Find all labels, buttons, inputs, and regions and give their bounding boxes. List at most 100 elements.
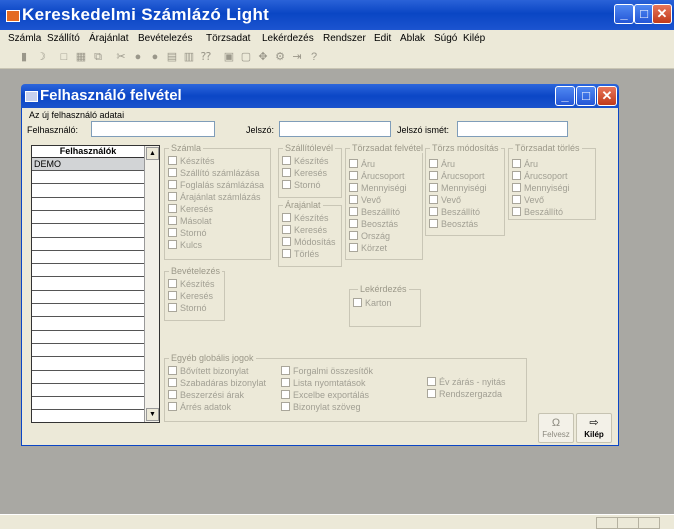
menu-kilep[interactable]: Kilép (463, 33, 485, 44)
minimize-button[interactable]: _ (614, 4, 634, 24)
checkbox-torzs_modositas-0[interactable]: Áru (429, 159, 455, 170)
checkbox-arajanlat-3[interactable]: Törlés (282, 249, 319, 260)
save-button[interactable]: Ω Felvesz (538, 413, 574, 443)
checkbox-szamla-1[interactable]: Szállító számlázása (168, 168, 260, 179)
checkbox-egyeb-col3-1[interactable]: Rendszergazda (427, 389, 502, 400)
users-list[interactable]: Felhasználók DEMO ▲ ▼ (31, 145, 160, 423)
menu-rendszer[interactable]: Rendszer (323, 33, 366, 44)
list-item[interactable] (32, 185, 144, 198)
list-item[interactable] (32, 264, 144, 278)
checkbox-lekerdezes-0[interactable]: Karton (353, 298, 392, 309)
checkbox-bevetelezes-2[interactable]: Stornó (168, 303, 207, 314)
checkbox-egyeb-col2-1[interactable]: Lista nyomtatások (281, 378, 366, 389)
checkbox-szamla-5[interactable]: Másolat (168, 216, 212, 227)
checkbox-egyeb-col1-2[interactable]: Beszerzési árak (168, 390, 244, 401)
list-item[interactable] (32, 251, 144, 265)
checkbox-szamla-6[interactable]: Stornó (168, 228, 207, 239)
list-item[interactable] (32, 331, 144, 344)
exit-icon[interactable]: ⇥ (291, 51, 303, 63)
close-button[interactable]: ✕ (652, 4, 672, 24)
checkbox-torzs_modositas-1[interactable]: Árucsoport (429, 171, 485, 182)
checkbox-torzsadat_felvetel-5[interactable]: Beosztás (349, 219, 398, 230)
exit-button[interactable]: ⇨ Kilép (576, 413, 612, 443)
menu-lekerdezes[interactable]: Lekérdezés (262, 33, 314, 44)
moon-icon[interactable]: ☽ (35, 51, 47, 63)
list-item[interactable] (32, 225, 144, 238)
checkbox-szamla-0[interactable]: Készítés (168, 156, 215, 167)
checkbox-egyeb-col1-1[interactable]: Szabadáras bizonylat (168, 378, 266, 389)
checkbox-torzsadat_felvetel-6[interactable]: Ország (349, 231, 390, 242)
chart2-icon[interactable]: ▥ (183, 51, 195, 63)
checkbox-arajanlat-1[interactable]: Keresés (282, 225, 327, 236)
list-item[interactable] (32, 344, 144, 358)
list-item[interactable] (32, 171, 144, 185)
list-item[interactable] (32, 198, 144, 211)
checkbox-egyeb-col1-3[interactable]: Árrés adatok (168, 402, 231, 413)
checkbox-torzs_modositas-2[interactable]: Mennyiségi (429, 183, 487, 194)
checkbox-torzsadat_felvetel-7[interactable]: Körzet (349, 243, 387, 254)
grid-icon[interactable]: ▦ (75, 51, 87, 63)
list-item[interactable] (32, 238, 144, 251)
checkbox-szallitolevel-2[interactable]: Stornó (282, 180, 321, 191)
checkbox-bevetelezes-1[interactable]: Keresés (168, 291, 213, 302)
checkbox-torzsadat_torles-0[interactable]: Áru (512, 159, 538, 170)
menu-ablak[interactable]: Ablak (400, 33, 425, 44)
help-cursor-icon[interactable]: ⁇ (200, 51, 212, 63)
checkbox-torzsadat_torles-2[interactable]: Mennyiségi (512, 183, 570, 194)
checkbox-egyeb-col2-0[interactable]: Forgalmi összesítők (281, 366, 373, 377)
scroll-down-button[interactable]: ▼ (146, 408, 159, 421)
checkbox-torzsadat_felvetel-4[interactable]: Beszállító (349, 207, 400, 218)
checkbox-bevetelezes-0[interactable]: Készítés (168, 279, 215, 290)
users-scrollbar[interactable]: ▲ ▼ (144, 146, 159, 422)
list-item[interactable] (32, 291, 144, 304)
password-repeat-input[interactable] (457, 121, 568, 137)
list-item[interactable] (32, 411, 144, 422)
menu-edit[interactable]: Edit (374, 33, 391, 44)
list-item[interactable] (32, 358, 144, 371)
checkbox-torzsadat_felvetel-3[interactable]: Vevő (349, 195, 381, 206)
copy-icon[interactable]: ⧉ (92, 51, 104, 63)
new-page-icon[interactable]: □ (58, 51, 70, 63)
menu-sugo[interactable]: Súgó (434, 33, 457, 44)
dialog-minimize-button[interactable]: _ (555, 86, 575, 106)
checkbox-egyeb-col1-0[interactable]: Bővített bizonylat (168, 366, 249, 377)
checkbox-szamla-7[interactable]: Kulcs (168, 240, 202, 251)
checkbox-torzs_modositas-3[interactable]: Vevő (429, 195, 461, 206)
list-item[interactable] (32, 304, 144, 318)
dialog-close-button[interactable]: ✕ (597, 86, 617, 106)
bars-chart-icon[interactable]: ▮ (18, 51, 30, 63)
scroll-up-button[interactable]: ▲ (146, 147, 159, 160)
checkbox-egyeb-col2-2[interactable]: Excelbe exportálás (281, 390, 369, 401)
menu-szallito[interactable]: Szállító (47, 33, 80, 44)
checkbox-szamla-2[interactable]: Foglalás számlázása (168, 180, 264, 191)
menu-torzsadat[interactable]: Törzsadat (206, 33, 250, 44)
checkbox-torzsadat_felvetel-0[interactable]: Áru (349, 159, 375, 170)
menu-arajanlat[interactable]: Árajánlat (89, 33, 128, 44)
tools-icon[interactable]: ⚙ (274, 51, 286, 63)
checkbox-torzsadat_torles-4[interactable]: Beszállító (512, 207, 563, 218)
checkbox-torzsadat_felvetel-1[interactable]: Árucsoport (349, 171, 405, 182)
dialog-maximize-button[interactable]: □ (576, 86, 596, 106)
checkbox-arajanlat-2[interactable]: Módosítás (282, 237, 336, 248)
list-item[interactable] (32, 211, 144, 225)
password-input[interactable] (279, 121, 391, 137)
checkbox-szallitolevel-1[interactable]: Keresés (282, 168, 327, 179)
checkbox-torzsadat_torles-1[interactable]: Árucsoport (512, 171, 568, 182)
list-item[interactable] (32, 384, 144, 398)
checkbox-egyeb-col2-3[interactable]: Bizonylat szöveg (281, 402, 361, 413)
checkbox-arajanlat-0[interactable]: Készítés (282, 213, 329, 224)
arrows-icon[interactable]: ✥ (257, 51, 269, 63)
circle2-icon[interactable]: ● (149, 51, 161, 63)
menu-bevetelezes[interactable]: Bevételezés (138, 33, 192, 44)
user-input[interactable] (91, 121, 215, 137)
checkbox-szallitolevel-0[interactable]: Készítés (282, 156, 329, 167)
circle-icon[interactable]: ● (132, 51, 144, 63)
list-item[interactable]: DEMO (32, 158, 144, 171)
window2-icon[interactable]: ▢ (240, 51, 252, 63)
checkbox-torzsadat_felvetel-2[interactable]: Mennyiségi (349, 183, 407, 194)
checkbox-szamla-3[interactable]: Árajánlat számlázás (168, 192, 261, 203)
list-item[interactable] (32, 278, 144, 291)
checkbox-torzs_modositas-4[interactable]: Beszállító (429, 207, 480, 218)
chart-icon[interactable]: ▤ (166, 51, 178, 63)
window-icon[interactable]: ▣ (223, 51, 235, 63)
